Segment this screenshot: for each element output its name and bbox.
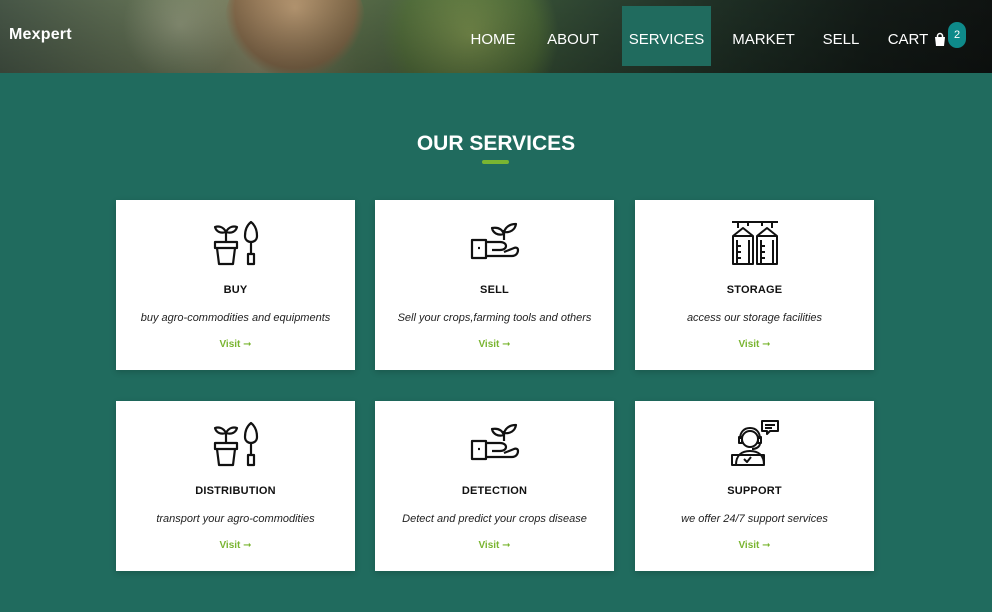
service-card-buy: BUY buy agro-commodities and equipments … [116,200,355,370]
service-description: access our storage facilities [686,312,823,324]
service-card-detection: DETECTION Detect and predict your crops … [375,401,614,571]
service-description: transport your agro-commodities [156,513,315,525]
cart-count-badge: 2 [948,22,966,48]
silo-icon [732,221,778,265]
service-card-support: SUPPORT we offer 24/7 support services V… [635,401,874,571]
service-card-storage: STORAGE access our storage facilities Vi… [635,200,874,370]
support-agent-icon [731,420,779,466]
plant-pot-shovel-icon [213,220,259,266]
section-title: OUR SERVICES [416,132,576,155]
service-description: we offer 24/7 support services [681,513,828,525]
site-logo[interactable]: Mexpert [9,26,72,44]
visit-link-support[interactable]: Visit ➞ [635,540,874,551]
shopping-bag-icon[interactable] [932,32,948,48]
nav-sell[interactable]: SELL [818,6,864,66]
visit-link-sell[interactable]: Visit ➞ [375,339,614,350]
service-description: Sell your crops,farming tools and others [397,312,592,324]
nav-cart[interactable]: CART [884,6,932,66]
visit-link-detection[interactable]: Visit ➞ [375,540,614,551]
service-title: SELL [480,284,509,296]
hand-sprout-icon [470,423,520,461]
service-title: STORAGE [726,284,783,296]
nav-home[interactable]: HOME [463,6,523,66]
service-title: BUY [223,284,248,296]
plant-pot-shovel-icon [213,421,259,467]
service-card-sell: SELL Sell your crops,farming tools and o… [375,200,614,370]
service-title: SUPPORT [727,485,782,497]
visit-link-storage[interactable]: Visit ➞ [635,339,874,350]
nav-services[interactable]: SERVICES [622,6,711,66]
service-description: Detect and predict your crops disease [402,513,587,525]
service-title: DETECTION [461,485,528,497]
title-underline [482,160,509,164]
nav-market[interactable]: MARKET [726,6,801,66]
hand-sprout-icon [470,222,520,260]
service-description: buy agro-commodities and equipments [140,312,331,324]
service-card-distribution: DISTRIBUTION transport your agro-commodi… [116,401,355,571]
nav-about[interactable]: ABOUT [540,6,606,66]
visit-link-buy[interactable]: Visit ➞ [116,339,355,350]
visit-link-distribution[interactable]: Visit ➞ [116,540,355,551]
service-title: DISTRIBUTION [195,485,276,497]
